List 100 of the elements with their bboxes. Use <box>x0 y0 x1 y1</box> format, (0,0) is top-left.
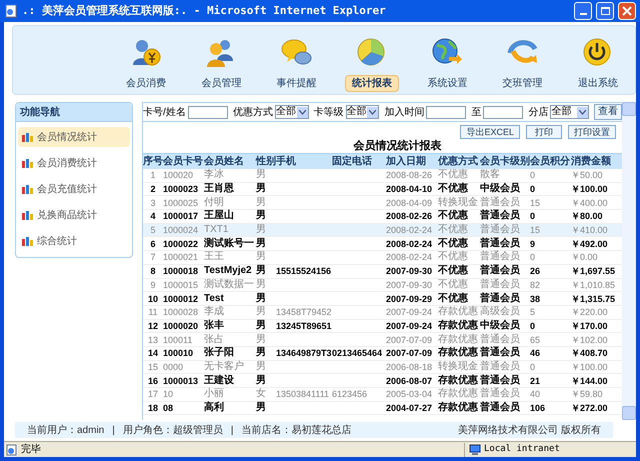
column-header[interactable]: 性别 <box>256 154 276 169</box>
column-header[interactable]: 会员卡级别 <box>480 154 530 169</box>
table-cell: 134649879T3 <box>276 347 332 360</box>
text-field[interactable] <box>188 106 228 118</box>
table-cell-text: 18 <box>146 402 159 414</box>
sidebar-item[interactable]: 综合统计 <box>18 231 130 251</box>
table-cell-text: 普通会员 <box>480 374 521 387</box>
nav-tab[interactable]: 会员管理 <box>194 75 248 92</box>
table-row[interactable]: 16 1000013 王建设 男 2006-08-07 存款优惠 普通会员 21 ￥144.00 <box>143 374 622 388</box>
text-field[interactable] <box>426 106 466 118</box>
column-header[interactable]: 会员卡号 <box>163 154 204 169</box>
table-cell-text: 0000 <box>163 360 184 373</box>
action-button[interactable]: 打印 <box>526 125 562 139</box>
nav-tab[interactable]: 事件提醒 <box>270 75 324 92</box>
table-cell-text: 2007-09-29 <box>386 292 434 305</box>
filter-label: 至 <box>471 106 482 120</box>
bar-chart-icon <box>22 132 33 142</box>
column-header[interactable]: 会员积分 <box>530 154 571 169</box>
table-row[interactable]: 9 1000015 测试数据一 男 2007-09-30 不优惠 普通会员 82 ￥1,010.85 <box>143 278 622 292</box>
table-row[interactable]: 12 1000020 张丰 男 13245T89651 2007-09-24 存款优惠 中级会员 0 ￥170.00 <box>143 320 622 334</box>
table-cell-text: 测试数据一 <box>204 278 255 291</box>
column-header[interactable]: 优惠方式 <box>438 154 480 169</box>
nav-tab[interactable]: 交班管理 <box>496 75 550 92</box>
text-field[interactable] <box>483 106 524 118</box>
table-row[interactable]: 13 100011 张占 男 2007-07-09 存款优惠 普通会员 65 ￥102.00 <box>143 333 622 347</box>
sidebar-item[interactable]: 会员充值统计 <box>18 179 130 199</box>
table-cell-text: 男 <box>256 347 267 360</box>
table-cell-text: ￥492.00 <box>571 238 609 250</box>
table-cell-text: 男 <box>256 183 267 196</box>
table-row[interactable]: 17 10 小丽 女 13503841111 6123456 2005-03-04 存款优惠 普通会员 40 ￥59.80 <box>143 388 622 402</box>
sidebar-item[interactable]: 会员情况统计 <box>18 127 130 147</box>
table-cell-text: 46 <box>530 347 542 360</box>
column-header[interactable]: 手机 <box>276 154 332 169</box>
action-button[interactable]: 打印设置 <box>568 125 616 139</box>
table-cell-text: 转换现金 <box>438 196 479 209</box>
table-row[interactable]: 3 1000025 付明 男 2008-04-09 转换现金 普通会员 15 ￥400.00 <box>143 196 622 210</box>
table-row[interactable]: 18 08 高利 男 2004-07-27 存款优惠 普通会员 106 ￥272.00 <box>143 402 622 416</box>
scrollbar[interactable] <box>622 102 636 420</box>
table-cell-text: 男 <box>256 278 267 291</box>
nav-tab[interactable]: 会员消费 <box>119 75 173 92</box>
column-header[interactable]: 序号 <box>143 154 163 169</box>
table-cell-text: 王王 <box>204 251 225 264</box>
table-cell-text: 普通会员 <box>480 388 521 400</box>
table-cell-text: 2008-02-24 <box>386 224 434 236</box>
filter-label: 卡号/姓名 <box>143 106 186 120</box>
table-cell-text: 付明 <box>204 196 225 209</box>
table-cell-text: 2006-08-07 <box>386 374 434 387</box>
table-cell-text: 5 <box>530 306 536 318</box>
table-cell-text: 存款优惠 <box>438 334 479 346</box>
caret-icon <box>369 110 376 114</box>
table-cell-text: 张丰 <box>204 320 225 332</box>
nav-tab[interactable]: 系统设置 <box>420 75 474 92</box>
column-header[interactable]: 固定电话 <box>332 154 386 169</box>
dropdown[interactable]: 全部 <box>346 105 380 119</box>
table-cell-text: 6 <box>149 238 156 250</box>
table-cell-text: 2007-09-30 <box>386 265 434 278</box>
table-cell-text: 106 <box>530 402 546 414</box>
nav-tab[interactable]: 退出系统 <box>570 75 625 92</box>
dropdown[interactable]: 全部 <box>274 105 309 119</box>
table-cell-text: 12 <box>146 320 159 332</box>
maximize-button[interactable] <box>596 2 614 20</box>
table-row[interactable]: 10 1000012 Test 男 2007-09-29 不优惠 普通会员 38 ￥1,315.75 <box>143 292 622 306</box>
column-header[interactable]: 会员姓名 <box>204 154 256 169</box>
footer-text: 用户角色：超级管理员 <box>122 424 223 438</box>
table-cell-text: 1000015 <box>163 278 200 291</box>
close-icon[interactable] <box>618 2 636 20</box>
table-cell-text: 无卡客户 <box>204 360 245 373</box>
table-cell-text: 2007-09-24 <box>386 320 434 332</box>
table-row[interactable]: 1 100020 李冰 男 2008-08-26 不优惠 散客 0 ￥50.00 <box>143 169 622 183</box>
table-row[interactable]: 8 1000018 TestMyje2 男 15515524156 2007-09-30 不优惠 普通会员 26 ￥1,697.55 <box>143 264 622 278</box>
table-cell-text: ￥272.00 <box>571 402 609 414</box>
window-title: .: 美萍会员管理系统互联网版:. - Microsoft Internet Explorer <box>22 2 387 19</box>
table-row[interactable]: 6 1000022 测试账号一 男 2008-02-24 不优惠 普通会员 9 ￥492.00 <box>143 237 622 252</box>
nav-tab[interactable]: 统计报表 <box>344 75 399 92</box>
table-cell-text: 9 <box>149 278 156 291</box>
table-row[interactable]: 7 1000021 王王 男 2008-02-24 不优惠 普通会员 0 ￥0.00 <box>143 251 622 265</box>
action-button[interactable]: 导出EXCEL <box>460 125 520 139</box>
table-cell-text: ￥220.00 <box>571 306 609 318</box>
table-cell-text: 10 <box>146 292 159 305</box>
caret-icon <box>298 110 306 114</box>
minimize-button[interactable] <box>574 2 592 20</box>
sidebar-item[interactable]: 会员消费统计 <box>18 153 130 173</box>
table-row[interactable]: 14 100010 张子阳 男 134649879T30213465464 2007-07-09 存款优惠 普通会员 46 ￥408.70 <box>143 346 622 361</box>
sidebar-item[interactable]: 兑换商品统计 <box>18 205 130 225</box>
dropdown[interactable]: 全部 <box>550 105 589 119</box>
table-cell-text: ￥1,315.75 <box>571 292 616 305</box>
footer-text: 当前店名：易初莲花总店 <box>241 424 352 438</box>
column-header[interactable]: 加入日期 <box>386 154 438 169</box>
column-header[interactable]: 消费金额 <box>571 154 621 169</box>
table-cell-text: 1000023 <box>163 183 200 196</box>
table-cell-text: ￥170.00 <box>571 320 609 332</box>
table-row[interactable]: 15 0000 无卡客户 男 2006-08-18 转换现金 普通会员 0 ￥100.00 <box>143 360 622 374</box>
table-cell-text: 2005-03-04 <box>386 388 434 400</box>
table-cell-text: 0213465464 <box>332 347 384 360</box>
search-button[interactable]: 查看 <box>594 104 622 120</box>
table-cell-text: 男 <box>256 306 267 318</box>
table-row[interactable]: 2 1000023 王肖恩 男 2008-04-10 不优惠 中级会员 0 ￥100.00 <box>143 182 622 196</box>
table-cell-text: 普通会员 <box>480 238 521 250</box>
table-cell-text: 1000013 <box>163 374 200 387</box>
table-row[interactable]: 11 1000028 李成 男 13458T79452 2007-09-24 存款优惠 高级会员 5 ￥220.00 <box>143 306 622 320</box>
